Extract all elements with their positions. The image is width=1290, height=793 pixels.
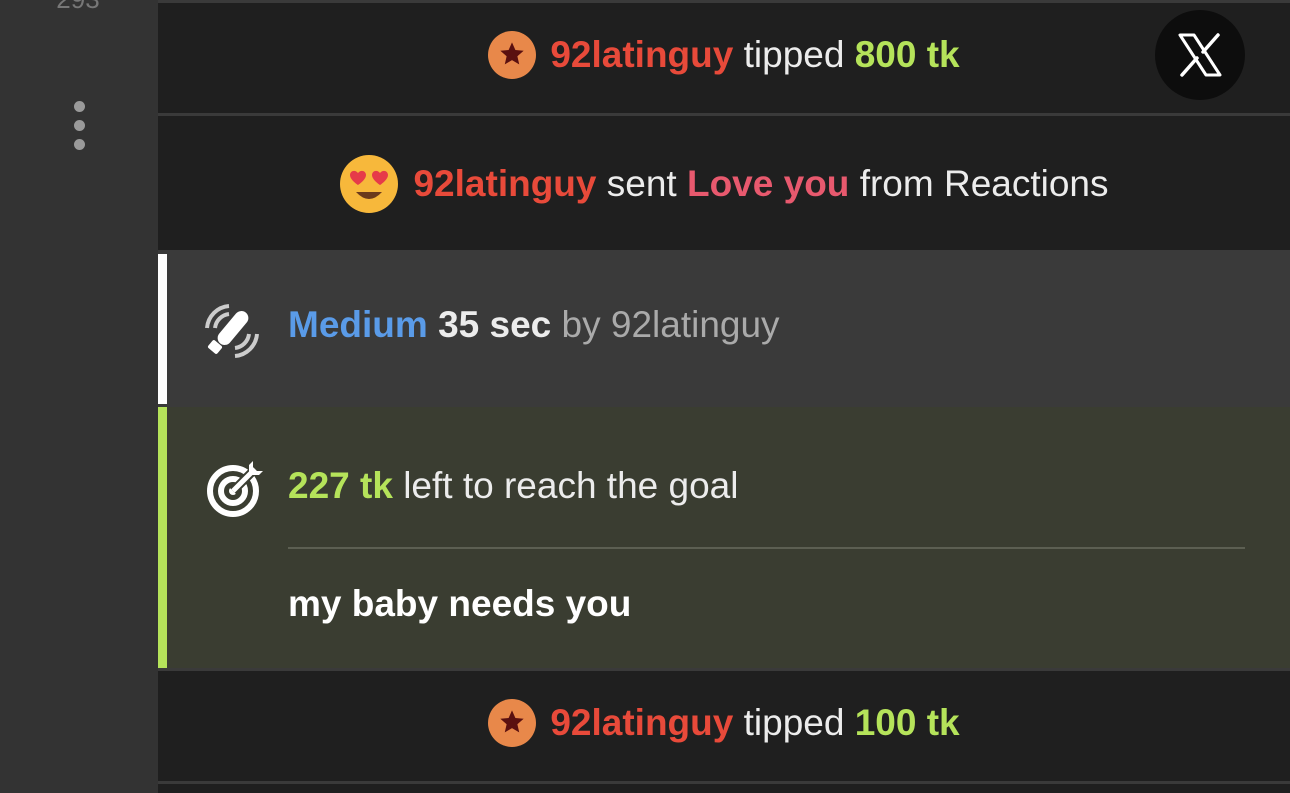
tip-line: 92latinguy tipped 800 tk [158, 31, 1290, 79]
goal-label: left to reach the goal [403, 465, 739, 506]
tip-verb: tipped [743, 34, 845, 75]
toy-activation-text: Medium 35 sec by 92latinguy [288, 304, 780, 346]
goal-description: my baby needs you [288, 583, 632, 624]
reaction-message: 92latinguy sent Love you from Reactions [158, 116, 1290, 250]
reaction-line: 92latinguy sent Love you from Reactions [158, 154, 1290, 214]
reaction-source: from Reactions [859, 163, 1109, 204]
username[interactable]: 92latinguy [550, 702, 733, 743]
toy-level: Medium [288, 304, 428, 345]
tip-line: 92latinguy tipped 100 tk [158, 699, 1290, 747]
reaction-name: Love you [686, 163, 850, 204]
username[interactable]: 92latinguy [550, 34, 733, 75]
goal-remaining: 227 tk [288, 465, 393, 506]
toy-by-label: by [561, 304, 601, 345]
star-tip-icon [488, 699, 537, 747]
goal-divider [288, 547, 1245, 549]
heart-eyes-emoji-icon [340, 155, 399, 213]
reaction-verb: sent [606, 163, 677, 204]
chat-feed: 92latinguy tipped 800 tk 92latinguy sent… [158, 0, 1290, 793]
toy-activation-message: Medium 35 sec by 92latinguy [158, 254, 1290, 404]
tip-verb: tipped [743, 702, 845, 743]
goal-progress-text: 227 tk left to reach the goal [288, 465, 738, 507]
divider [158, 781, 1290, 784]
vertical-ellipsis-icon[interactable] [72, 101, 86, 153]
vibrating-toy-icon [205, 304, 259, 358]
tip-message: 92latinguy tipped 100 tk [158, 671, 1290, 781]
goal-message: 227 tk left to reach the goal my baby ne… [158, 407, 1290, 668]
tip-amount: 100 tk [854, 702, 960, 743]
sidebar: 293 [0, 0, 158, 793]
tip-amount: 800 tk [854, 34, 960, 75]
toy-duration: 35 sec [438, 304, 552, 345]
username[interactable]: 92latinguy [413, 163, 596, 204]
toy-user[interactable]: 92latinguy [611, 304, 780, 345]
tip-message: 92latinguy tipped 800 tk [158, 3, 1290, 113]
x-logo-button[interactable] [1155, 10, 1245, 100]
x-logo-icon [1178, 33, 1222, 77]
target-icon [207, 461, 263, 517]
viewer-count: 293 [0, 0, 156, 15]
star-tip-icon [488, 31, 537, 79]
